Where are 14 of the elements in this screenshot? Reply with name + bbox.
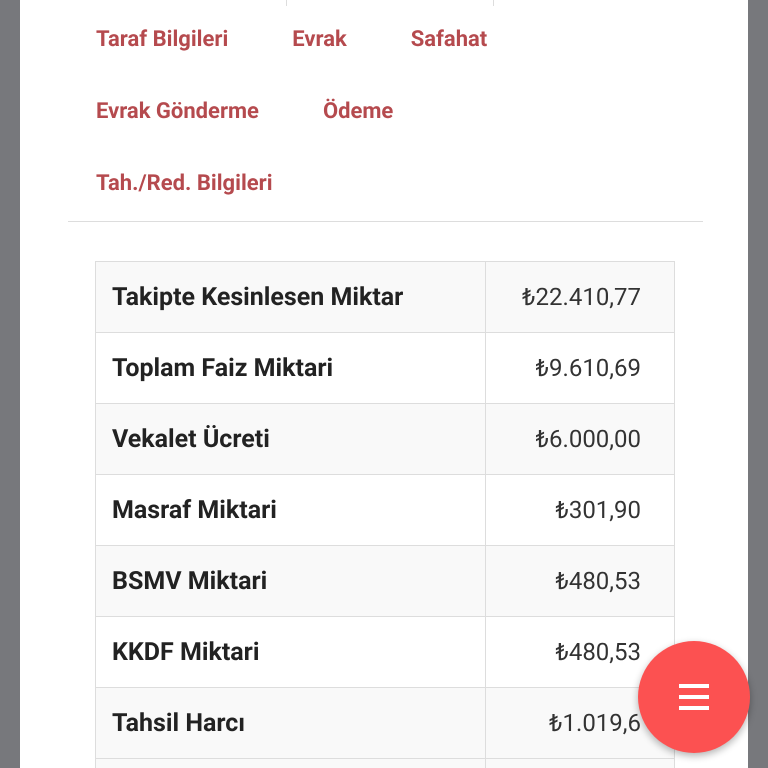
nav-link[interactable]: Taraf Bilgileri [96, 24, 228, 56]
nav-link[interactable]: Evrak Gönderme [96, 96, 259, 128]
table-cell: ₺6.000,00 [486, 404, 674, 474]
table-cell: ₺22.410,77 [486, 262, 674, 332]
table-cell: Takipte Kesinlesen Miktar [96, 262, 486, 332]
nav-link[interactable]: Safahat [410, 24, 488, 56]
nav-link[interactable]: Tah./Red. Bilgileri [96, 168, 273, 200]
table-cell: ₺480,53 [486, 546, 674, 616]
table-cell: BSMV Miktari [96, 546, 486, 616]
menu-icon [679, 684, 709, 710]
table-cell: Tahsil Harcı [96, 688, 486, 758]
nav-link[interactable]: Ödeme [322, 96, 394, 128]
table-cell: Vekalet Ücreti [96, 404, 486, 474]
nav-link[interactable]: Evrak [292, 24, 347, 56]
